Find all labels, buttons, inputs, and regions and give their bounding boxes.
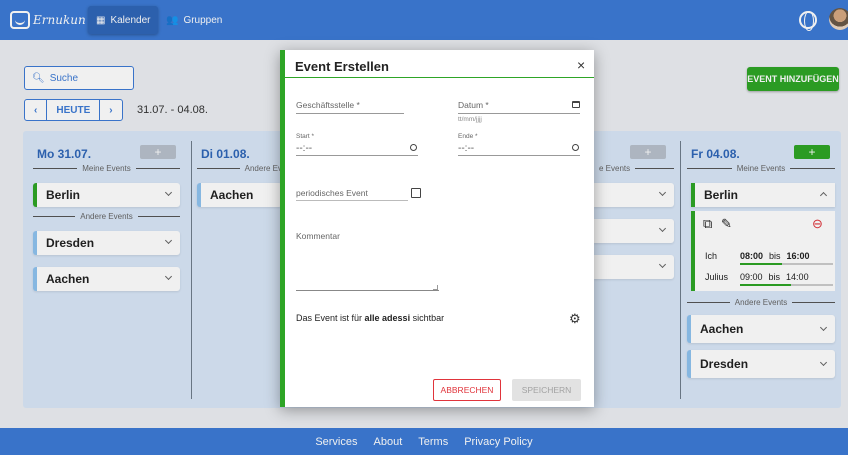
- periodic-checkbox[interactable]: [411, 188, 421, 198]
- cancel-button[interactable]: ABBRECHEN: [433, 379, 501, 401]
- start-time-field[interactable]: Start * --:--: [296, 133, 418, 157]
- resize-handle[interactable]: [433, 285, 438, 290]
- close-icon[interactable]: ×: [577, 57, 585, 73]
- visibility-note: Das Event ist für alle adessi sichtbar: [296, 313, 445, 323]
- comment-underline: [296, 290, 439, 291]
- save-button[interactable]: SPEICHERN: [512, 379, 581, 401]
- office-field[interactable]: Geschäftsstelle *: [296, 100, 404, 118]
- date-field[interactable]: Datum * tt/mm/jjjj: [458, 100, 580, 128]
- comment-textarea[interactable]: Kommentar: [296, 231, 439, 291]
- clock-icon[interactable]: [572, 144, 579, 151]
- periodic-event-field: periodisches Event: [296, 188, 408, 202]
- gear-icon[interactable]: ⚙: [569, 312, 581, 325]
- clock-icon[interactable]: [410, 144, 417, 151]
- calendar-icon[interactable]: [572, 101, 580, 108]
- dialog-title: Event Erstellen: [295, 59, 389, 74]
- dialog-divider: [285, 77, 594, 78]
- end-time-field[interactable]: Ende * --:--: [458, 133, 580, 157]
